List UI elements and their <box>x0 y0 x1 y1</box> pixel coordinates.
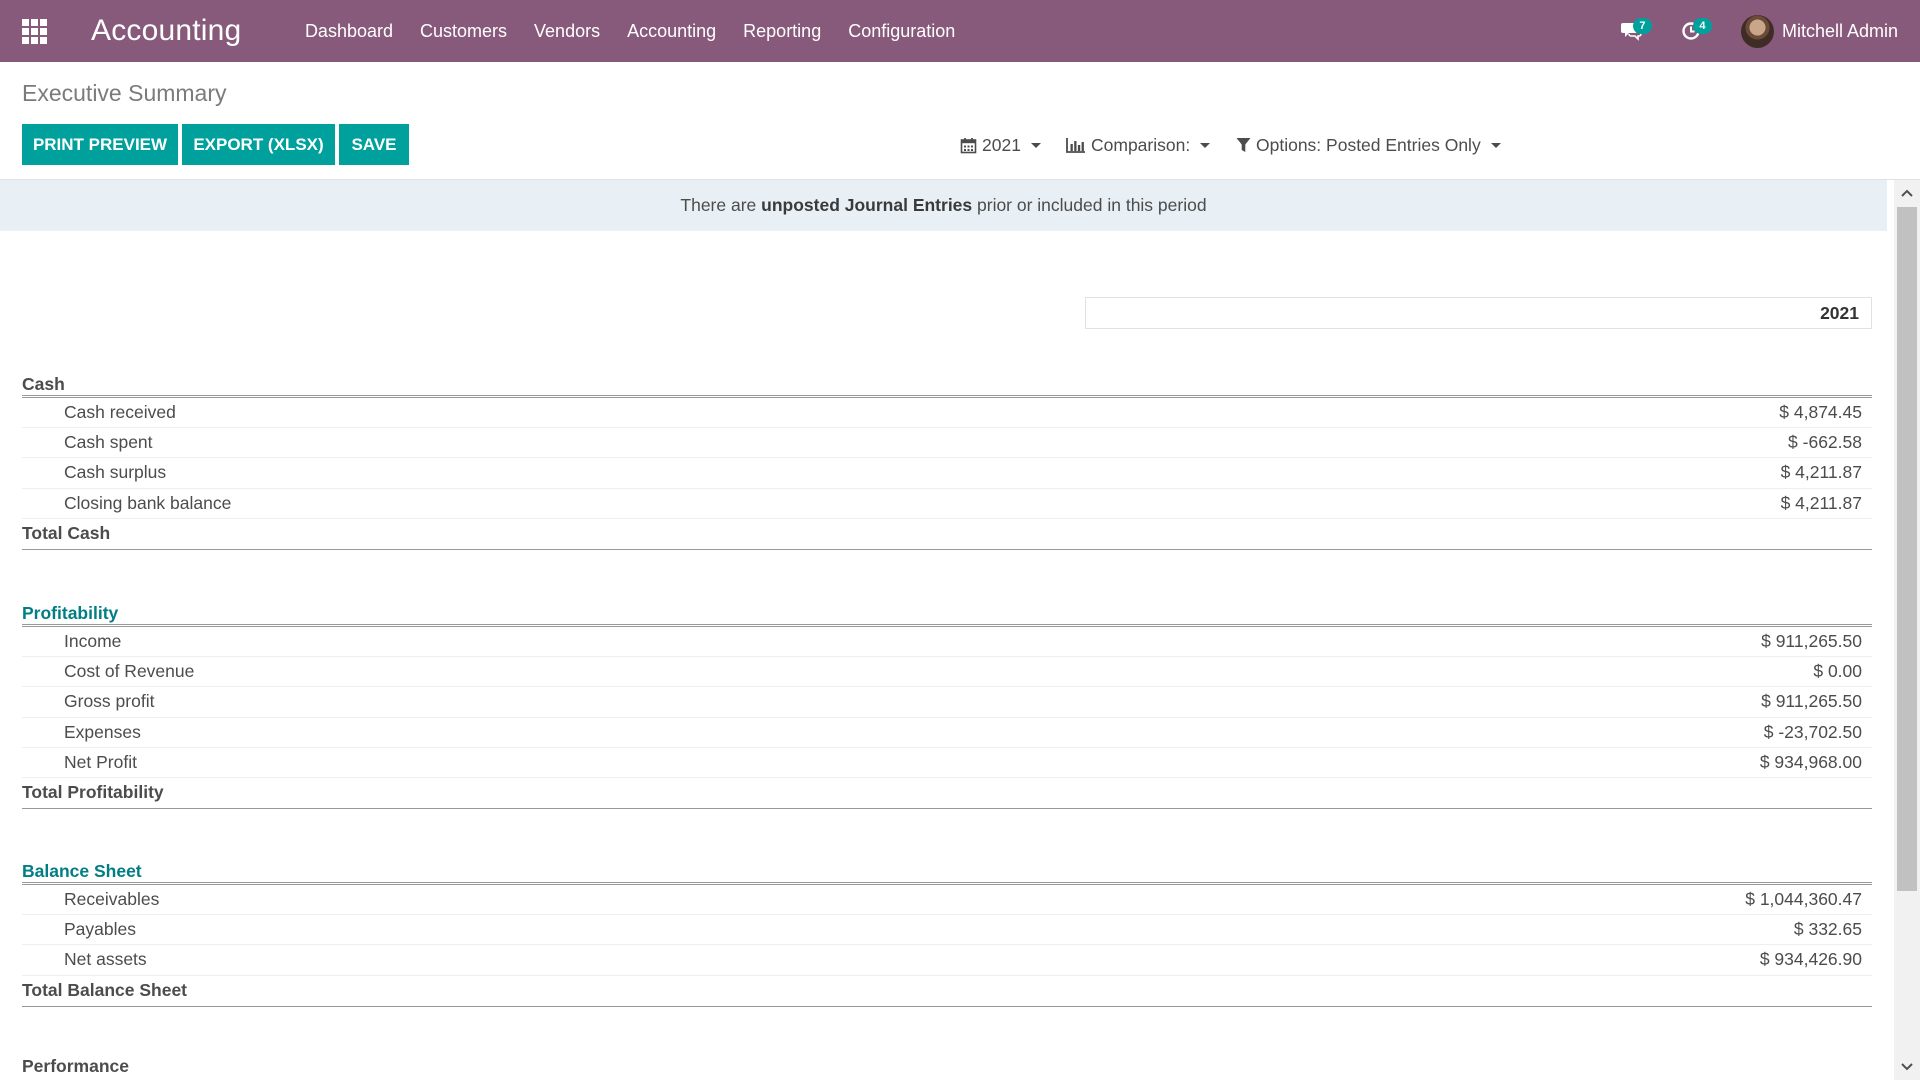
chevron-up-icon <box>1901 189 1913 197</box>
menu-item-accounting[interactable]: Accounting <box>614 0 730 62</box>
line-value[interactable]: $ 934,426.90 <box>1760 949 1872 970</box>
report-line[interactable]: Cost of Revenue $ 0.00 <box>22 657 1872 688</box>
line-value[interactable]: $ 4,874.45 <box>1779 402 1872 423</box>
line-label: Cash received <box>64 402 176 423</box>
print-preview-button[interactable]: PRINT PREVIEW <box>22 124 178 165</box>
menu-item-vendors[interactable]: Vendors <box>521 0 614 62</box>
report-line[interactable]: Income $ 911,265.50 <box>22 627 1872 658</box>
line-value[interactable]: $ -23,702.50 <box>1764 722 1872 743</box>
comparison-label: Comparison: <box>1091 134 1191 155</box>
section-title-balance-sheet[interactable]: Balance Sheet <box>22 858 1872 885</box>
line-value[interactable]: $ -662.58 <box>1788 432 1872 453</box>
bar-chart-icon <box>1066 138 1085 153</box>
report-section-balance-sheet: Balance Sheet Receivables $ 1,044,360.47 … <box>22 858 1872 1007</box>
report-line[interactable]: Payables $ 332.65 <box>22 915 1872 946</box>
section-title-profitability[interactable]: Profitability <box>22 600 1872 627</box>
scroll-thumb[interactable] <box>1897 207 1917 891</box>
alert-suffix: prior or included in this period <box>972 195 1207 215</box>
line-label: Receivables <box>64 889 160 910</box>
line-label: Payables <box>64 919 136 940</box>
section-title-performance: Performance <box>22 1056 129 1076</box>
line-value[interactable]: $ 911,265.50 <box>1761 631 1872 652</box>
activities-count-badge: 4 <box>1692 18 1712 34</box>
vertical-scrollbar[interactable] <box>1894 180 1920 1080</box>
apps-grid-icon <box>21 18 47 44</box>
report-line[interactable]: Net assets $ 934,426.90 <box>22 945 1872 976</box>
alert-prefix: There are <box>680 195 762 215</box>
report-line[interactable]: Gross profit $ 911,265.50 <box>22 687 1872 718</box>
line-value[interactable]: $ 934,968.00 <box>1760 752 1872 773</box>
scroll-down-button[interactable] <box>1894 1054 1920 1080</box>
report-line[interactable]: Receivables $ 1,044,360.47 <box>22 885 1872 916</box>
save-button[interactable]: SAVE <box>339 124 409 165</box>
line-value[interactable]: $ 4,211.87 <box>1781 493 1872 514</box>
scroll-up-button[interactable] <box>1894 180 1920 206</box>
line-label: Net Profit <box>64 751 137 772</box>
section-total-balance-sheet: Total Balance Sheet <box>22 976 1872 1007</box>
line-value[interactable]: $ 4,211.87 <box>1781 462 1872 483</box>
report-line[interactable]: Closing bank balance $ 4,211.87 <box>22 489 1872 519</box>
line-label: Net assets <box>64 949 147 970</box>
report-section-performance: Performance <box>22 1056 1872 1080</box>
app-name[interactable]: Accounting <box>91 14 241 48</box>
chevron-down-icon <box>1030 142 1041 148</box>
avatar <box>1740 14 1774 48</box>
report-line[interactable]: Cash surplus $ 4,211.87 <box>22 458 1872 489</box>
user-menu[interactable]: Mitchell Admin <box>1721 0 1920 62</box>
line-label: Gross profit <box>64 691 155 712</box>
export-xlsx-button[interactable]: EXPORT (XLSX) <box>182 124 335 165</box>
section-total-cash: Total Cash <box>22 519 1872 550</box>
date-filter-label: 2021 <box>982 134 1021 155</box>
chevron-down-icon <box>1490 142 1501 148</box>
unposted-entries-alert: There are unposted Journal Entries prior… <box>0 180 1887 231</box>
comparison-dropdown[interactable]: Comparison: <box>1066 133 1211 157</box>
page-title: Executive Summary <box>22 80 227 106</box>
period-column-header: 2021 <box>1085 297 1872 329</box>
user-name: Mitchell Admin <box>1781 20 1898 41</box>
menu-item-dashboard[interactable]: Dashboard <box>291 0 406 62</box>
line-value[interactable]: $ 0.00 <box>1813 661 1872 682</box>
line-label: Expenses <box>64 721 141 742</box>
report-line[interactable]: Cash spent $ -662.58 <box>22 428 1872 459</box>
line-value[interactable]: $ 1,044,360.47 <box>1745 889 1872 910</box>
menu-item-customers[interactable]: Customers <box>407 0 521 62</box>
calendar-icon <box>960 137 977 153</box>
menu-item-reporting[interactable]: Reporting <box>730 0 835 62</box>
options-label: Options: Posted Entries Only <box>1256 134 1481 155</box>
report-section-cash: Cash Cash received $ 4,874.45 Cash spent $… <box>22 371 1872 550</box>
top-navbar: Accounting Dashboard Customers Vendors A… <box>0 0 1920 62</box>
chevron-down-icon <box>1901 1063 1913 1071</box>
filter-icon <box>1236 138 1251 152</box>
messages-button[interactable]: 7 <box>1601 0 1661 62</box>
report-line[interactable]: Expenses $ -23,702.50 <box>22 718 1872 748</box>
section-title-cash: Cash <box>22 371 1872 398</box>
section-total-profitability: Total Profitability <box>22 778 1872 809</box>
report-line[interactable]: Cash received $ 4,874.45 <box>22 398 1872 429</box>
report-line[interactable]: Net Profit $ 934,968.00 <box>22 748 1872 778</box>
line-value[interactable]: $ 332.65 <box>1794 919 1872 940</box>
main-menu: Dashboard Customers Vendors Accounting R… <box>291 0 968 62</box>
line-label: Cash surplus <box>64 462 167 483</box>
alert-highlight: unposted Journal Entries <box>761 195 973 215</box>
line-label: Income <box>64 631 122 652</box>
line-label: Cost of Revenue <box>64 661 195 682</box>
date-filter-dropdown[interactable]: 2021 <box>960 133 1041 157</box>
line-label: Closing bank balance <box>64 492 232 513</box>
options-dropdown[interactable]: Options: Posted Entries Only <box>1236 133 1501 157</box>
line-value[interactable]: $ 911,265.50 <box>1761 691 1872 712</box>
line-label: Cash spent <box>64 432 153 453</box>
menu-item-configuration[interactable]: Configuration <box>835 0 969 62</box>
chevron-down-icon <box>1200 142 1211 148</box>
apps-menu-button[interactable] <box>0 0 68 62</box>
report-section-profitability: Profitability Income $ 911,265.50 Cost of… <box>22 600 1872 809</box>
messages-count-badge: 7 <box>1632 18 1652 34</box>
activities-button[interactable]: 4 <box>1661 0 1721 62</box>
